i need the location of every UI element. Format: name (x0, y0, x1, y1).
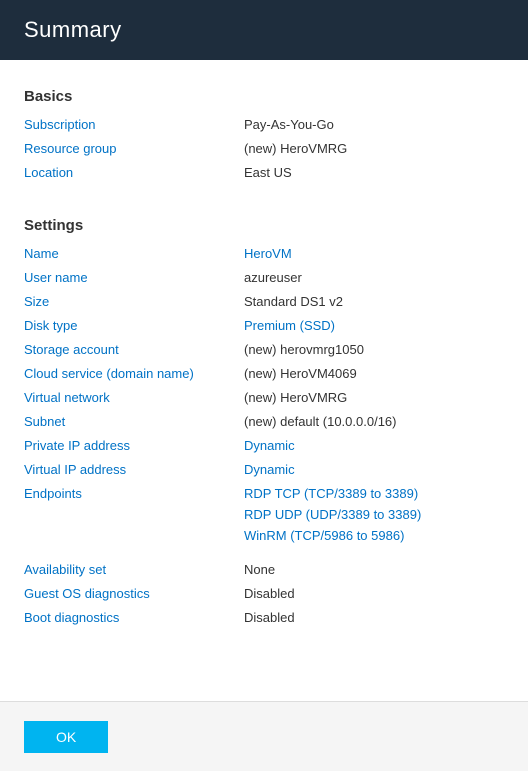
label-subscription: Subscription (24, 115, 244, 135)
value-virtual-network: (new) HeroVMRG (244, 388, 504, 408)
label-virtual-network: Virtual network (24, 388, 244, 408)
value-virtual-ip: Dynamic (244, 460, 504, 480)
settings-row-name: Name HeroVM (24, 244, 504, 264)
basics-row-subscription: Subscription Pay-As-You-Go (24, 115, 504, 135)
label-virtual-ip: Virtual IP address (24, 460, 244, 480)
page-title: Summary (24, 17, 122, 43)
value-subscription: Pay-As-You-Go (244, 115, 504, 135)
endpoint-winrm: WinRM (TCP/5986 to 5986) (244, 526, 504, 547)
settings-title: Settings (24, 217, 504, 234)
label-username: User name (24, 268, 244, 288)
settings-row-username: User name azureuser (24, 268, 504, 288)
settings-row-virtual-network: Virtual network (new) HeroVMRG (24, 388, 504, 408)
value-private-ip: Dynamic (244, 436, 504, 456)
label-endpoints: Endpoints (24, 484, 244, 546)
label-size: Size (24, 292, 244, 312)
value-disk-type: Premium (SSD) (244, 316, 504, 336)
label-cloud-service: Cloud service (domain name) (24, 364, 244, 384)
settings-section: Settings Name HeroVM User name azureuser… (24, 217, 504, 628)
settings-row-cloud-service: Cloud service (domain name) (new) HeroVM… (24, 364, 504, 384)
settings-row-private-ip: Private IP address Dynamic (24, 436, 504, 456)
value-guest-os-diagnostics: Disabled (244, 584, 504, 604)
settings-row-subnet: Subnet (new) default (10.0.0.0/16) (24, 412, 504, 432)
label-storage-account: Storage account (24, 340, 244, 360)
settings-row-disk-type: Disk type Premium (SSD) (24, 316, 504, 336)
label-availability-set: Availability set (24, 560, 244, 580)
label-guest-os-diagnostics: Guest OS diagnostics (24, 584, 244, 604)
value-endpoints: RDP TCP (TCP/3389 to 3389) RDP UDP (UDP/… (244, 484, 504, 546)
label-disk-type: Disk type (24, 316, 244, 336)
value-boot-diagnostics: Disabled (244, 608, 504, 628)
value-name: HeroVM (244, 244, 504, 264)
endpoint-rdp-tcp: RDP TCP (TCP/3389 to 3389) (244, 484, 504, 505)
value-resource-group: (new) HeroVMRG (244, 139, 504, 159)
value-size: Standard DS1 v2 (244, 292, 504, 312)
basics-section: Basics Subscription Pay-As-You-Go Resour… (24, 88, 504, 183)
value-storage-account: (new) herovmrg1050 (244, 340, 504, 360)
endpoint-rdp-udp: RDP UDP (UDP/3389 to 3389) (244, 505, 504, 526)
label-resource-group: Resource group (24, 139, 244, 159)
settings-row-endpoints: Endpoints RDP TCP (TCP/3389 to 3389) RDP… (24, 484, 504, 546)
settings-row-availability-set: Availability set None (24, 560, 504, 580)
settings-row-size: Size Standard DS1 v2 (24, 292, 504, 312)
settings-row-storage-account: Storage account (new) herovmrg1050 (24, 340, 504, 360)
label-name: Name (24, 244, 244, 264)
value-location: East US (244, 163, 504, 183)
footer: OK (0, 701, 528, 771)
value-subnet: (new) default (10.0.0.0/16) (244, 412, 504, 432)
content-area: Basics Subscription Pay-As-You-Go Resour… (0, 60, 528, 701)
ok-button[interactable]: OK (24, 721, 108, 753)
label-subnet: Subnet (24, 412, 244, 432)
settings-row-virtual-ip: Virtual IP address Dynamic (24, 460, 504, 480)
settings-row-boot-diagnostics: Boot diagnostics Disabled (24, 608, 504, 628)
basics-title: Basics (24, 88, 504, 105)
label-boot-diagnostics: Boot diagnostics (24, 608, 244, 628)
label-location: Location (24, 163, 244, 183)
label-private-ip: Private IP address (24, 436, 244, 456)
basics-row-location: Location East US (24, 163, 504, 183)
header: Summary (0, 0, 528, 60)
settings-row-guest-os-diagnostics: Guest OS diagnostics Disabled (24, 584, 504, 604)
value-availability-set: None (244, 560, 504, 580)
basics-row-resource-group: Resource group (new) HeroVMRG (24, 139, 504, 159)
value-cloud-service: (new) HeroVM4069 (244, 364, 504, 384)
value-username: azureuser (244, 268, 504, 288)
